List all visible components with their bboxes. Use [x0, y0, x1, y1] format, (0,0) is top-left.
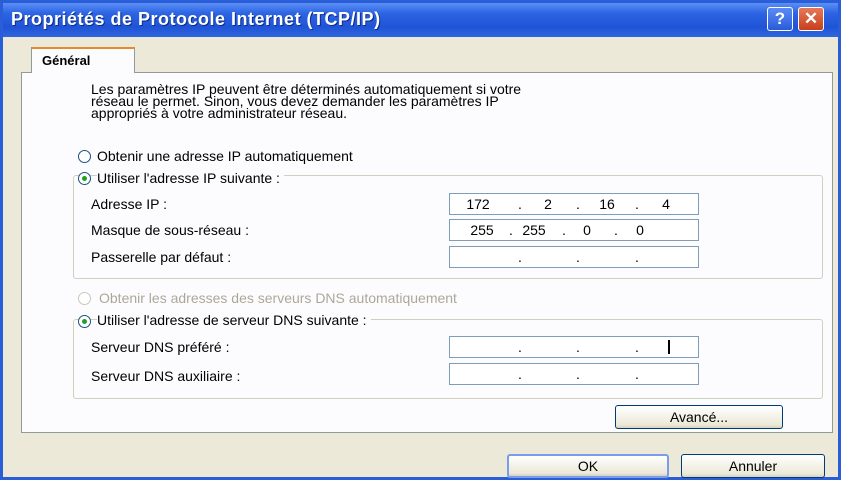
radio-ip-auto-label[interactable]: Obtenir une adresse IP automatiquement	[97, 148, 353, 164]
radio-dns-manual[interactable]	[78, 315, 91, 328]
octet: 255	[470, 222, 494, 238]
octet-separator: .	[635, 196, 639, 212]
octet-separator: .	[576, 196, 580, 212]
subnet-mask-input[interactable]: 255 . 255 . 0 . 0	[449, 219, 699, 241]
gateway-input[interactable]: . . .	[449, 246, 699, 268]
ok-button[interactable]: OK	[507, 454, 669, 478]
octet-separator: .	[635, 339, 639, 355]
alternate-dns-label: Serveur DNS auxiliaire :	[91, 368, 241, 384]
ip-address-label: Adresse IP :	[91, 196, 168, 212]
description-text: Les paramètres IP peuvent être déterminé…	[91, 82, 791, 120]
octet: 16	[599, 196, 615, 212]
close-button[interactable]: ✕	[798, 7, 824, 31]
octet-separator: .	[576, 249, 580, 265]
preferred-dns-label: Serveur DNS préféré :	[91, 339, 230, 355]
ip-address-input[interactable]: 172 . 2 . 16 . 4	[449, 193, 699, 215]
octet: 0	[583, 222, 591, 238]
octet-separator: .	[518, 366, 522, 382]
radio-dns-manual-label[interactable]: Utiliser l'adresse de serveur DNS suivan…	[97, 312, 371, 328]
octet-separator: .	[576, 366, 580, 382]
advanced-button[interactable]: Avancé...	[615, 405, 783, 429]
radio-ip-manual-label[interactable]: Utiliser l'adresse IP suivante :	[97, 170, 284, 186]
dialog-window: Propriétés de Protocole Internet (TCP/IP…	[0, 0, 841, 480]
octet: 4	[662, 196, 670, 212]
octet-separator: .	[518, 339, 522, 355]
text-cursor	[668, 340, 670, 354]
gateway-label: Passerelle par défaut :	[91, 249, 232, 265]
octet: 2	[544, 196, 552, 212]
tab-general[interactable]: Général	[31, 47, 135, 73]
subnet-mask-label: Masque de sous-réseau :	[91, 222, 249, 238]
radio-dns-auto[interactable]	[78, 292, 91, 305]
octet-separator: .	[562, 222, 566, 238]
close-icon: ✕	[803, 9, 819, 28]
alternate-dns-input[interactable]: . . .	[449, 363, 699, 385]
octet: 172	[466, 196, 490, 212]
preferred-dns-input[interactable]: . . .	[449, 336, 699, 358]
octet-separator: .	[614, 222, 618, 238]
help-icon: ?	[774, 9, 786, 28]
octet-separator: .	[518, 196, 522, 212]
octet: 0	[636, 222, 644, 238]
octet-separator: .	[635, 249, 639, 265]
title-bar[interactable]: Propriétés de Protocole Internet (TCP/IP…	[3, 3, 838, 37]
dns-groupbox	[73, 319, 823, 399]
help-button[interactable]: ?	[767, 7, 793, 31]
cancel-button[interactable]: Annuler	[681, 454, 825, 478]
radio-ip-auto[interactable]	[78, 150, 91, 163]
octet-separator: .	[518, 249, 522, 265]
octet-separator: .	[509, 222, 513, 238]
octet: 255	[522, 222, 546, 238]
radio-ip-manual[interactable]	[78, 172, 91, 185]
octet-separator: .	[635, 366, 639, 382]
window-title: Propriétés de Protocole Internet (TCP/IP…	[11, 9, 381, 29]
octet-separator: .	[576, 339, 580, 355]
radio-dns-auto-label[interactable]: Obtenir les adresses des serveurs DNS au…	[99, 290, 457, 306]
